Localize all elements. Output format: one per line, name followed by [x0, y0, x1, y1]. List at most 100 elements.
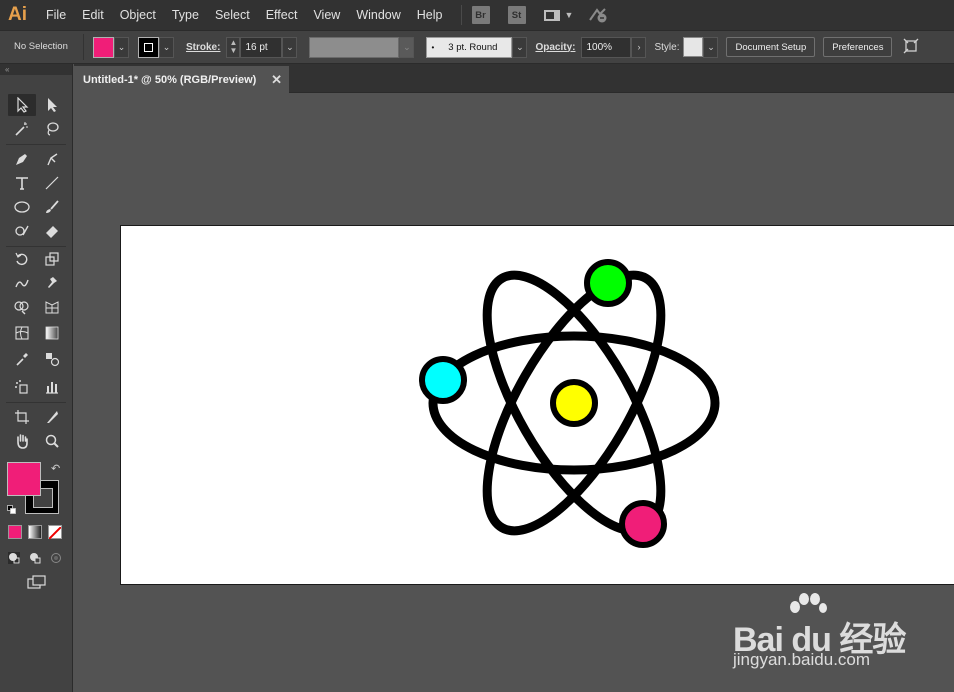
stroke-label[interactable]: Stroke:	[186, 42, 220, 53]
opacity-input[interactable]: 100%	[581, 36, 632, 58]
brush-definition[interactable]: • 3 pt. Round	[426, 36, 513, 58]
artboard[interactable]	[120, 225, 954, 585]
shape-builder-tool[interactable]	[8, 296, 36, 318]
opacity-label[interactable]: Opacity:	[535, 42, 575, 53]
menu-bar: Ai File Edit Object Type Select Effect V…	[0, 0, 954, 30]
nucleus[interactable]	[550, 379, 598, 427]
atom-illustration[interactable]	[121, 226, 954, 586]
electron-cyan[interactable]	[419, 356, 467, 404]
slice-tool[interactable]	[38, 406, 66, 428]
draw-behind-icon[interactable]	[25, 547, 45, 569]
artboard-tool[interactable]	[8, 406, 36, 428]
menu-view[interactable]: View	[305, 0, 348, 30]
menu-help[interactable]: Help	[409, 0, 451, 30]
transform-icon[interactable]	[902, 37, 922, 58]
style-dropdown[interactable]: ⌄	[703, 36, 719, 58]
workspace-switcher[interactable]: ▼	[543, 9, 574, 21]
gradient-tool[interactable]	[38, 322, 66, 344]
mesh-tool[interactable]	[8, 322, 36, 344]
draw-inside-icon[interactable]	[46, 547, 66, 569]
swap-fill-stroke-icon[interactable]: ↶	[51, 462, 60, 475]
selection-tool[interactable]	[8, 94, 36, 116]
direct-selection-tool[interactable]	[38, 94, 66, 116]
menu-type[interactable]: Type	[164, 0, 207, 30]
stock-button[interactable]: St	[507, 6, 526, 24]
tool-row	[8, 248, 68, 270]
tool-row	[8, 196, 68, 218]
preferences-button[interactable]: Preferences	[823, 37, 893, 57]
fill-swatch[interactable]	[93, 36, 114, 58]
document-setup-button[interactable]: Document Setup	[726, 37, 816, 57]
tools-panel: « ↶	[0, 64, 73, 692]
puppet-warp-tool[interactable]	[38, 272, 66, 294]
variable-width-profile[interactable]	[309, 36, 400, 58]
stroke-swatch[interactable]	[138, 36, 159, 58]
type-tool[interactable]	[8, 172, 36, 194]
tool-row	[8, 348, 68, 370]
chevron-down-icon: ▼	[564, 10, 574, 20]
hand-tool[interactable]	[8, 430, 36, 452]
menu-window[interactable]: Window	[348, 0, 408, 30]
menu-select[interactable]: Select	[207, 0, 258, 30]
scale-tool[interactable]	[38, 248, 66, 270]
close-icon[interactable]: ✕	[271, 72, 282, 88]
panel-collapse-icon[interactable]: «	[0, 64, 72, 75]
eraser-tool[interactable]	[38, 220, 66, 242]
column-graph-tool[interactable]	[38, 376, 66, 398]
document-title: Untitled-1* @ 50% (RGB/Preview)	[83, 74, 257, 86]
stroke-weight-dropdown[interactable]: ⌄	[282, 36, 298, 58]
none-mode-button[interactable]	[48, 525, 62, 540]
zoom-tool[interactable]	[38, 430, 66, 452]
tool-row	[8, 272, 68, 294]
document-tab[interactable]: Untitled-1* @ 50% (RGB/Preview) ✕	[74, 66, 289, 94]
color-mode-button[interactable]	[8, 525, 22, 539]
tool-row	[8, 296, 68, 318]
stroke-weight-input[interactable]: 16 pt	[240, 36, 283, 58]
brush-dropdown[interactable]: ⌄	[512, 36, 528, 58]
magic-wand-tool[interactable]	[8, 118, 36, 140]
tool-row	[8, 376, 68, 398]
fill-dropdown[interactable]: ⌄	[114, 36, 129, 58]
warp-tool[interactable]	[8, 272, 36, 294]
tool-row	[8, 322, 68, 344]
ellipse-tool[interactable]	[8, 196, 36, 218]
gradient-mode-button[interactable]	[28, 525, 42, 539]
curvature-tool[interactable]	[38, 148, 66, 170]
menu-edit[interactable]: Edit	[74, 0, 112, 30]
stroke-dropdown[interactable]: ⌄	[159, 36, 174, 58]
fill-color-swatch[interactable]	[7, 462, 41, 496]
menu-effect[interactable]: Effect	[258, 0, 306, 30]
draw-normal-icon[interactable]	[4, 547, 24, 569]
lasso-tool[interactable]	[38, 118, 66, 140]
profile-dropdown[interactable]: ⌄	[399, 36, 415, 58]
menu-object[interactable]: Object	[112, 0, 164, 30]
blend-tool[interactable]	[38, 348, 66, 370]
graphic-style-swatch[interactable]	[683, 37, 704, 57]
menu-file[interactable]: File	[38, 0, 74, 30]
rotate-tool[interactable]	[8, 248, 36, 270]
perspective-grid-tool[interactable]	[38, 296, 66, 318]
eyedropper-tool[interactable]	[8, 348, 36, 370]
electron-green[interactable]	[584, 259, 632, 307]
tool-row	[8, 148, 68, 170]
tool-row	[8, 118, 68, 140]
stroke-weight-stepper[interactable]: ▲ ▼	[226, 36, 241, 58]
tool-row	[8, 430, 68, 452]
line-segment-tool[interactable]	[38, 172, 66, 194]
tool-row	[8, 220, 68, 242]
screen-mode-icon[interactable]	[24, 571, 50, 593]
opacity-arrow[interactable]: ›	[631, 36, 647, 58]
sync-icon[interactable]	[587, 6, 609, 24]
bridge-button[interactable]: Br	[471, 6, 490, 24]
tool-row	[8, 172, 68, 194]
default-fill-stroke-icon[interactable]	[7, 502, 17, 514]
paintbrush-tool[interactable]	[38, 196, 66, 218]
baidu-watermark: Bai du 经验 jingyan.baidu.com	[733, 590, 933, 670]
symbol-sprayer-tool[interactable]	[8, 376, 36, 398]
watermark-url: jingyan.baidu.com	[733, 650, 871, 669]
shaper-tool[interactable]	[8, 220, 36, 242]
style-label: Style:	[654, 41, 680, 53]
pen-tool[interactable]	[8, 148, 36, 170]
electron-magenta[interactable]	[619, 500, 667, 548]
brush-dot-icon: •	[431, 42, 435, 52]
